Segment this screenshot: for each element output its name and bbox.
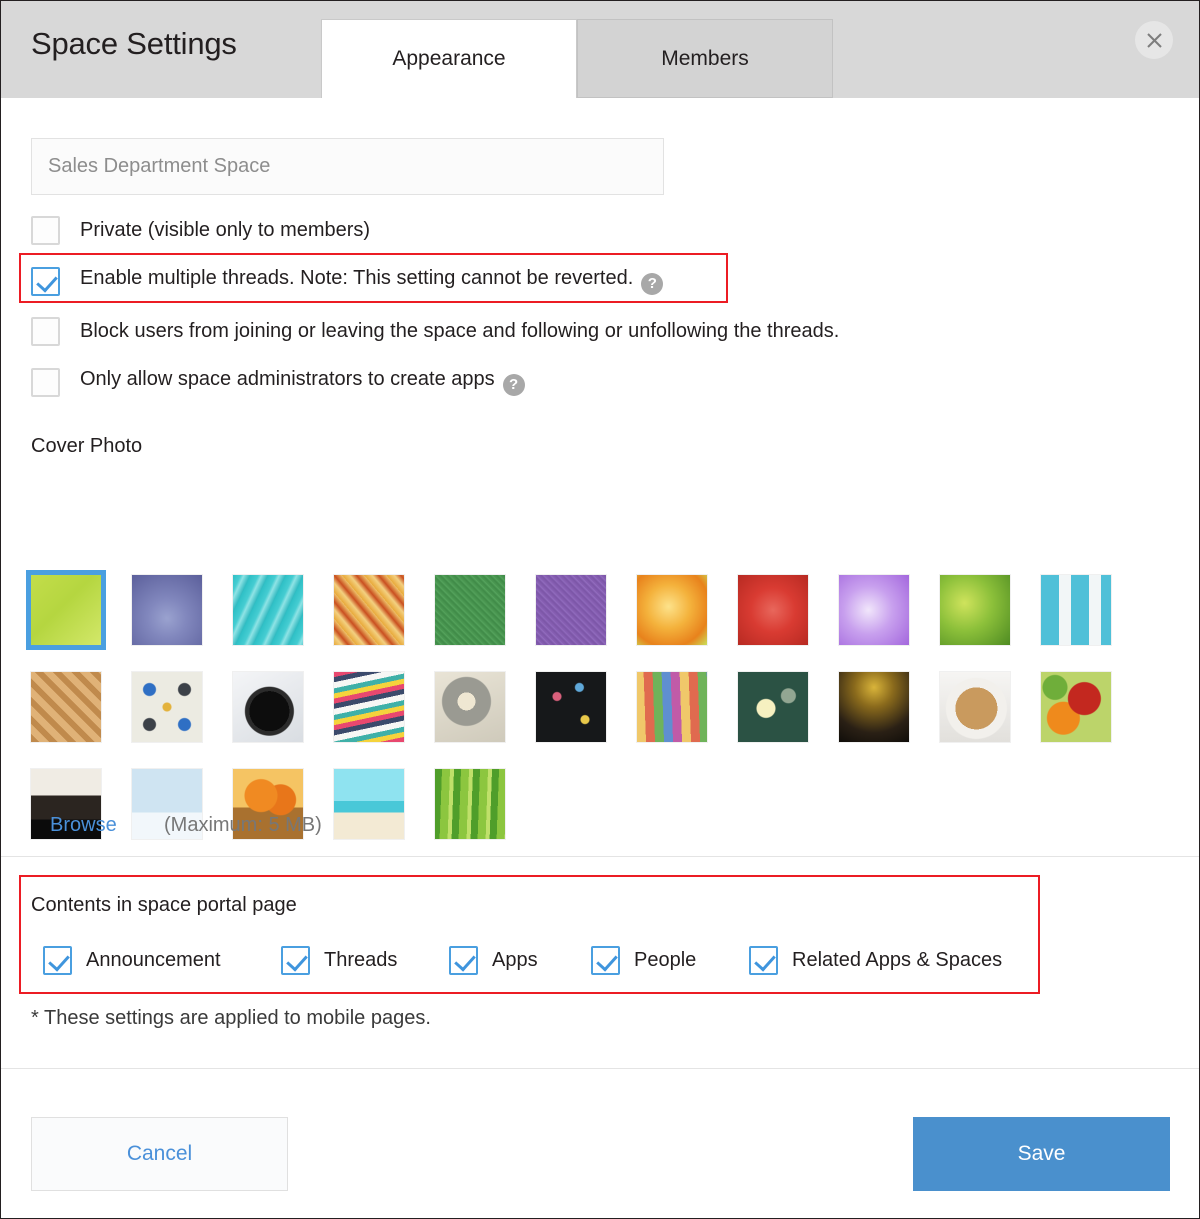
portal-checkbox-apps[interactable] <box>449 945 478 975</box>
cover-photo-thumbnail-blue-purple-gradient[interactable] <box>132 575 202 645</box>
portal-option-row-3[interactable]: People <box>591 943 696 977</box>
portal-checkbox-people[interactable] <box>591 945 620 975</box>
checkbox-private[interactable] <box>31 215 60 245</box>
portal-label-3: People <box>634 948 697 971</box>
portal-option-row-1[interactable]: Threads <box>281 943 397 977</box>
cover-photo-thumbnail-latte-art-coffee[interactable] <box>940 672 1010 742</box>
close-icon <box>1146 32 1162 48</box>
option-label-admin-create-apps: Only allow space administrators to creat… <box>80 368 495 390</box>
cover-photo-thumbnail-tropical-beach-palm[interactable] <box>334 769 404 839</box>
portal-label-1: Threads <box>324 948 398 971</box>
help-icon[interactable]: ? <box>641 273 664 295</box>
section-divider <box>1 856 1199 857</box>
portal-option-row-2[interactable]: Apps <box>449 943 538 977</box>
portal-checkbox-threads[interactable] <box>281 945 310 975</box>
close-button[interactable] <box>1135 21 1173 59</box>
checkbox-block-users[interactable] <box>31 316 60 346</box>
cover-photo-thumbnail-green-bamboo-stalks[interactable] <box>435 769 505 839</box>
portal-checkbox-announcement[interactable] <box>43 945 72 975</box>
cover-photo-thumbnail-chalkboard-doodles[interactable] <box>536 672 606 742</box>
cover-photo-thumbnail-green-leaf-dew[interactable] <box>940 575 1010 645</box>
mobile-note: * These settings are applied to mobile p… <box>31 1007 431 1029</box>
portal-label-4: Related Apps & Spaces <box>792 948 1003 971</box>
option-row-private[interactable]: Private (visible only to members) <box>31 213 370 247</box>
help-icon[interactable]: ? <box>502 374 525 396</box>
cover-photo-thumbnail-purple-felt-texture[interactable] <box>536 575 606 645</box>
cover-photo-thumbnail-lightbulb-chalkboard[interactable] <box>738 672 808 742</box>
space-settings-dialog: Space Settings Appearance Members Privat… <box>0 0 1200 1219</box>
max-size-note: (Maximum: 5 MB) <box>164 814 322 836</box>
portal-option-row-0[interactable]: Announcement <box>43 943 221 977</box>
cover-photo-thumbnail-colored-pencils-faces[interactable] <box>637 672 707 742</box>
cover-photo-thumbnail-orange-lily-flower[interactable] <box>637 575 707 645</box>
page-title: Space Settings <box>31 26 237 61</box>
portal-label-0: Announcement <box>86 948 221 971</box>
cover-photo-thumbnail-compass-on-map[interactable] <box>233 672 303 742</box>
cover-photo-thumbnail-turquoise-water[interactable] <box>233 575 303 645</box>
cover-photo-thumbnail-white-cubes-blue[interactable] <box>1041 575 1111 645</box>
cover-photo-label: Cover Photo <box>31 435 143 457</box>
option-row-multiple-threads[interactable]: Enable multiple threads. Note: This sett… <box>31 264 664 298</box>
option-row-block-users[interactable]: Block users from joining or leaving the … <box>31 314 839 348</box>
cover-photo-thumbnail-moroccan-tile-pattern[interactable] <box>132 672 202 742</box>
cover-photo-thumbnail-green-gradient-square[interactable] <box>26 570 106 650</box>
checkbox-multiple-threads[interactable] <box>31 266 60 296</box>
save-button[interactable]: Save <box>913 1117 1170 1191</box>
cover-photo-thumbnail-green-felt-texture[interactable] <box>435 575 505 645</box>
option-label-multiple-threads: Enable multiple threads. Note: This sett… <box>80 267 634 289</box>
dialog-header: Space Settings Appearance Members <box>1 1 1199 98</box>
cancel-button[interactable]: Cancel <box>31 1117 288 1191</box>
option-label-block-users: Block users from joining or leaving the … <box>80 319 840 342</box>
tab-appearance-label: Appearance <box>392 47 506 70</box>
dialog-body: Private (visible only to members) Enable… <box>1 98 1199 1068</box>
cover-photo-thumbnail-red-carnation-flower[interactable] <box>738 575 808 645</box>
cover-photo-thumbnail-dark-gold-gradient[interactable] <box>839 672 909 742</box>
portal-option-row-4[interactable]: Related Apps & Spaces <box>749 943 1002 977</box>
portal-label-2: Apps <box>492 948 538 971</box>
cover-photo-thumbnail-purple-hyacinth-flower[interactable] <box>839 575 909 645</box>
cover-photo-thumbnail-orange-grunge-texture[interactable] <box>334 575 404 645</box>
space-name-input[interactable] <box>31 138 664 195</box>
tab-members-label: Members <box>661 46 749 70</box>
option-label-private: Private (visible only to members) <box>80 218 371 241</box>
portal-checkbox-related-apps-spaces[interactable] <box>749 945 778 975</box>
portal-section-title: Contents in space portal page <box>31 894 297 916</box>
cover-photo-thumbnail-gear-on-blueprint[interactable] <box>435 672 505 742</box>
cover-photo-thumbnail-woven-bamboo-mat[interactable] <box>31 672 101 742</box>
tab-appearance[interactable]: Appearance <box>321 19 577 98</box>
cover-photo-thumbnail-stacked-books[interactable] <box>334 672 404 742</box>
checkbox-admin-create-apps[interactable] <box>31 367 60 397</box>
browse-link[interactable]: Browse <box>50 814 117 837</box>
dialog-footer: Cancel Save <box>1 1068 1199 1218</box>
tab-members[interactable]: Members <box>577 19 833 98</box>
option-row-admin-create-apps[interactable]: Only allow space administrators to creat… <box>31 365 525 399</box>
cover-photo-thumbnail-fresh-vegetables[interactable] <box>1041 672 1111 742</box>
